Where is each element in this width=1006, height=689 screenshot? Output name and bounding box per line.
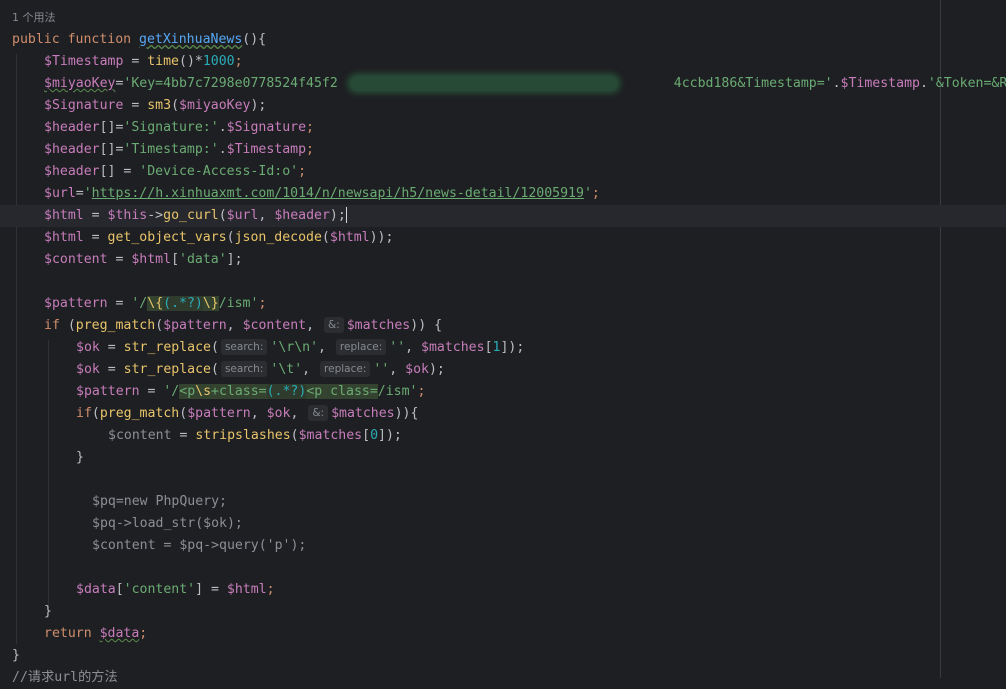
code-line[interactable]: $pattern = '/\{(.*?)\}/ism'; [0,293,1006,315]
code-line[interactable]: public function getXinhuaNews(){ [0,29,1006,51]
code-line[interactable]: $data['content'] = $html; [0,579,1006,601]
redaction-overlay [350,76,618,91]
code-line[interactable]: if (preg_match($pattern, $content, &: $ma… [0,315,1006,337]
current-code-line[interactable]: $html = $this->go_curl($url, $header); [0,205,1006,227]
param-hint: &: [308,405,329,421]
code-line[interactable]: $url='https://h.xinhuaxmt.com/1014/n/new… [0,183,1006,205]
code-line[interactable]: $Signature = sm3($miyaoKey); [0,95,1006,117]
param-hint: replace: [320,361,371,377]
code-line[interactable]: } [0,645,1006,667]
code-line[interactable]: $ok = str_replace(search: '\t', replace: '… [0,359,1006,381]
code-line[interactable]: $header[] = 'Device-Access-Id:o'; [0,161,1006,183]
code-line[interactable]: $ok = str_replace(search: '\r\n', replace… [0,337,1006,359]
code-line[interactable]: } [0,601,1006,623]
param-hint: search: [220,361,268,377]
text-caret [345,207,347,223]
code-comment[interactable]: //请求url的方法 [0,667,1006,689]
code-line[interactable]: $header[]='Timestamp:'.$Timestamp; [0,139,1006,161]
code-line[interactable]: $pq=new PhpQuery; [0,491,1006,513]
code-line[interactable]: $Timestamp = time()*1000; [0,51,1006,73]
code-line[interactable]: $pattern = '/<p\s+class=(.*?)<p class=/i… [0,381,1006,403]
code-line[interactable]: $content = $pq->query('p'); [0,535,1006,557]
code-line[interactable]: $header[]='Signature:'.$Signature; [0,117,1006,139]
usage-hint[interactable]: 1 个用法 [12,7,1006,29]
code-line[interactable]: if(preg_match($pattern, $ok, &: $matches)… [0,403,1006,425]
param-hint: &: [323,317,344,333]
param-hint: replace: [335,339,387,355]
url-link[interactable]: https://h.xinhuaxmt.com/1014/n/newsapi/h… [92,186,584,201]
code-line[interactable]: return $data; [0,623,1006,645]
code-line[interactable]: } [0,447,1006,469]
code-editor[interactable]: 1 个用法 public function getXinhuaNews(){ $… [0,0,1006,685]
param-hint: search: [220,339,268,355]
code-line[interactable]: $pq->load_str($ok); [0,513,1006,535]
code-line[interactable]: $content = $html['data']; [0,249,1006,271]
code-line[interactable]: $content = stripslashes($matches[0]); [0,425,1006,447]
function-name: getXinhuaNews [139,32,243,47]
code-line[interactable]: $html = get_object_vars(json_decode($htm… [0,227,1006,249]
